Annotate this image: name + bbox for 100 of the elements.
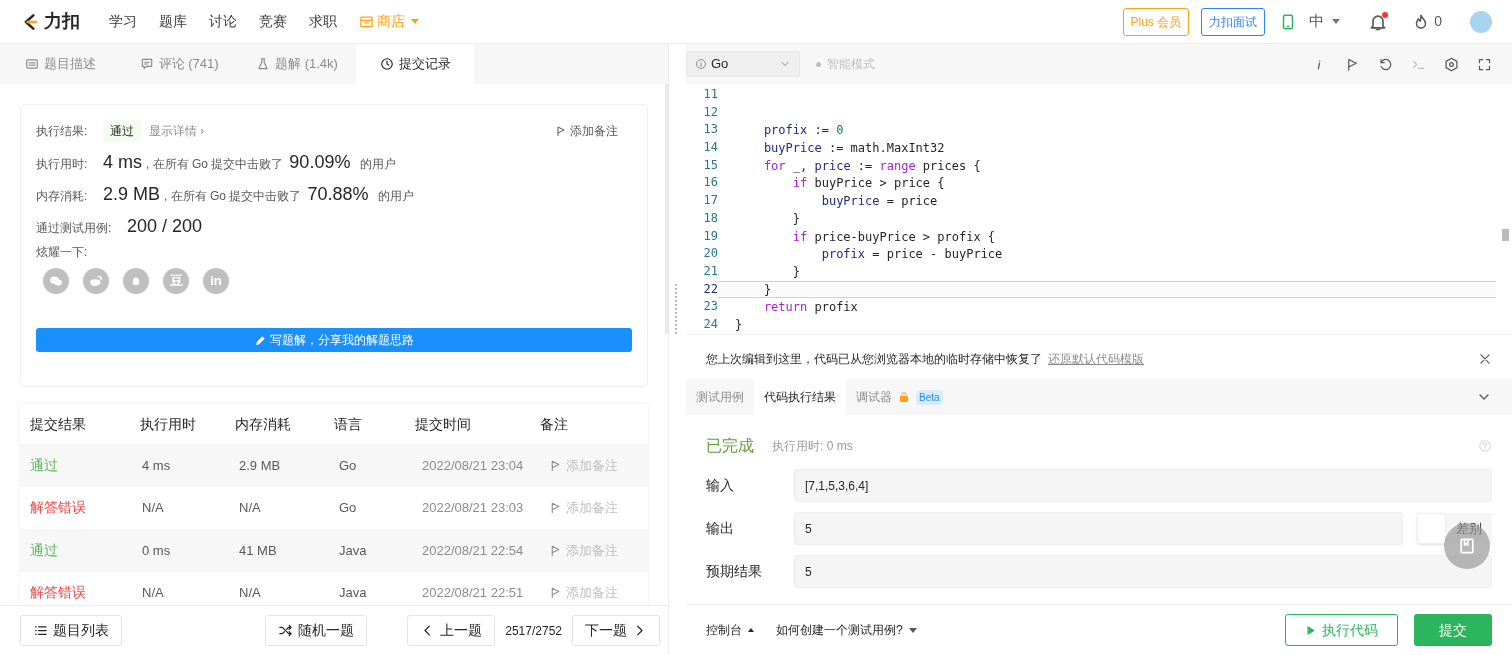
store-link[interactable]: 商店 — [359, 11, 419, 32]
table-cell-text: 2022/08/21 22:54 — [422, 541, 525, 560]
reset-icon[interactable] — [1378, 56, 1393, 72]
table-cell-text: 2.9 MB — [239, 456, 282, 475]
column-header: 提交时间 — [415, 414, 473, 434]
add-note-button[interactable]: 添加备注 — [549, 498, 618, 518]
table-cell-text: N/A — [239, 499, 262, 517]
tab[interactable]: 提交记录 — [356, 44, 474, 84]
tab[interactable]: 题目描述 — [0, 44, 120, 84]
status-link[interactable]: 通过 — [30, 539, 142, 561]
next-button[interactable]: 下一题 — [572, 615, 660, 646]
line-number: 14 — [702, 139, 718, 157]
line-number: 24 — [702, 315, 718, 333]
flag-icon — [549, 501, 562, 515]
points-count: 0 — [1434, 12, 1442, 31]
submit-button[interactable]: 提交 — [1414, 614, 1492, 646]
store-icon — [359, 14, 374, 29]
nav-link[interactable]: 竞赛 — [259, 11, 287, 32]
resize-handle[interactable] — [675, 284, 677, 334]
penguin-icon[interactable] — [123, 268, 149, 294]
share-button[interactable]: in — [203, 268, 229, 294]
tab[interactable]: 评论 (741) — [120, 44, 238, 84]
plus-button[interactable]: Plus 会员 — [1122, 7, 1190, 36]
pencil-icon — [254, 334, 266, 346]
line-number: 22 — [702, 280, 718, 298]
document-icon — [24, 57, 39, 71]
stat-text: , 在所有 Go 提交中击败了 — [146, 156, 284, 173]
nav-link[interactable]: 求职 — [309, 11, 337, 32]
tab[interactable]: 题解 (1.4k) — [238, 44, 356, 84]
column-header: 提交结果 — [30, 414, 87, 434]
scrollbar-thumb[interactable] — [1502, 229, 1509, 241]
column-header: 执行用时 — [140, 414, 197, 434]
tab[interactable]: 测试用例 — [686, 379, 754, 415]
comment-icon — [139, 57, 154, 71]
info-icon — [695, 58, 707, 70]
code-line: return profix — [762, 299, 859, 316]
label: 内存消耗: — [36, 188, 89, 205]
code-line: profix = price - buyPrice — [820, 246, 1004, 263]
code-line: } — [734, 316, 744, 334]
code-line: } — [791, 210, 802, 228]
line-number: 18 — [702, 209, 718, 227]
close-icon[interactable] — [1478, 352, 1492, 366]
wechat-icon[interactable] — [43, 268, 69, 294]
console-button[interactable]: 控制台 — [706, 621, 754, 639]
logo-text[interactable]: 力扣 — [44, 8, 80, 35]
interview-button[interactable]: 力扣面试 — [1201, 7, 1266, 36]
column-header: 语言 — [333, 414, 363, 434]
status-link[interactable]: 通过 — [30, 454, 142, 476]
help-dropdown[interactable]: 如何创建一个测试用例? — [776, 621, 917, 639]
diff-toggle[interactable] — [1417, 513, 1446, 544]
label: 执行用时: — [36, 156, 89, 173]
code-line: buyPrice := math.MaxInt32 — [762, 140, 946, 157]
line-number: 19 — [702, 227, 718, 245]
status-link[interactable]: 解答错误 — [30, 582, 142, 604]
add-note-button[interactable]: 添加备注 — [555, 122, 618, 140]
language-select[interactable]: Go — [686, 51, 800, 77]
fullscreen-icon[interactable] — [1477, 56, 1492, 72]
nav-link[interactable]: 讨论 — [209, 11, 237, 32]
weibo-icon[interactable] — [83, 268, 109, 294]
details-link[interactable]: 显示详情 › — [149, 122, 205, 140]
flask-icon — [256, 57, 271, 71]
output-field: 5 — [794, 555, 1492, 588]
add-note-button[interactable]: 添加备注 — [549, 583, 618, 603]
settings-icon[interactable] — [1444, 56, 1459, 72]
caret-icon — [748, 628, 754, 632]
stat-percent: 90.09% — [289, 151, 351, 174]
language-dropdown[interactable]: 中 — [1309, 10, 1341, 33]
help-icon[interactable] — [1478, 439, 1492, 453]
table-cell-text: Go — [339, 456, 358, 475]
line-number: 15 — [702, 156, 718, 174]
code-line: if price-buyPrice > profix { — [791, 228, 997, 246]
random-button[interactable]: 随机一题 — [265, 615, 368, 646]
share-button[interactable]: 豆 — [163, 268, 189, 294]
previous-button[interactable]: 上一题 — [407, 615, 496, 646]
table-cell-text: 2022/08/21 23:03 — [422, 499, 525, 517]
restore-link[interactable]: 还原默认代码模版 — [1048, 350, 1144, 368]
flag-icon — [549, 458, 562, 472]
problem-list-button[interactable]: 题目列表 — [20, 615, 122, 646]
field-label: 输出 — [706, 519, 735, 538]
table-cell-text: N/A — [239, 584, 262, 602]
notification-button[interactable] — [1368, 11, 1389, 32]
line-number: 17 — [702, 192, 718, 210]
avatar[interactable] — [1470, 10, 1492, 33]
status-link[interactable]: 解答错误 — [30, 497, 142, 519]
flag-icon[interactable] — [1345, 56, 1360, 72]
nav-link[interactable]: 题库 — [159, 11, 187, 32]
stat-text: 的用户 — [360, 156, 397, 173]
tab[interactable]: 代码执行结果 — [754, 379, 846, 415]
line-number: 20 — [702, 245, 718, 263]
nav-link[interactable]: 学习 — [109, 11, 137, 32]
list-icon — [33, 623, 48, 638]
bookmark-icon — [1457, 536, 1477, 556]
output-field: 5 — [794, 512, 1403, 545]
test-count: 200 / 200 — [127, 215, 203, 238]
field-label: 输入 — [706, 476, 735, 495]
write-solution-button[interactable]: 写题解，分享我的解题思路 — [36, 328, 632, 352]
tab[interactable]: 调试器 Beta — [846, 379, 953, 415]
flag-icon — [555, 125, 567, 137]
line-number: 16 — [702, 174, 718, 192]
run-code-button[interactable]: 执行代码 — [1285, 614, 1398, 646]
